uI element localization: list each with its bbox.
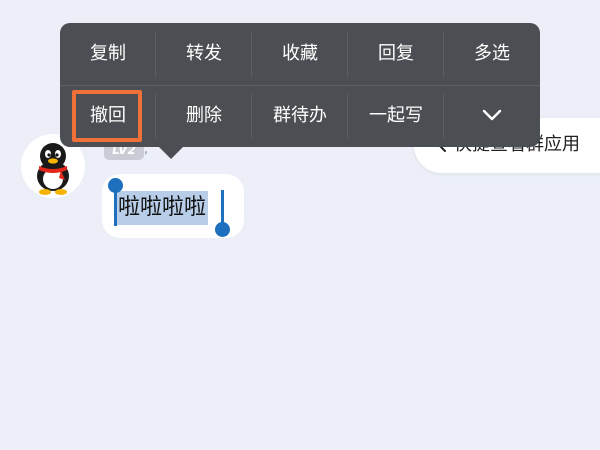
menu-divider bbox=[155, 93, 156, 139]
selection-start-line bbox=[114, 190, 117, 226]
menu-group-todo[interactable]: 群待办 bbox=[252, 85, 348, 147]
menu-reply[interactable]: 回复 bbox=[348, 23, 444, 85]
menu-delete[interactable]: 删除 bbox=[156, 85, 252, 147]
menu-divider bbox=[443, 31, 444, 77]
menu-divider bbox=[347, 31, 348, 77]
menu-forward[interactable]: 转发 bbox=[156, 23, 252, 85]
chevron-down-icon bbox=[482, 109, 502, 121]
menu-co-write[interactable]: 一起写 bbox=[348, 85, 444, 147]
context-menu-pointer bbox=[158, 146, 184, 159]
selection-start-handle[interactable] bbox=[108, 178, 123, 193]
selection-end-handle[interactable] bbox=[215, 222, 230, 237]
recall-highlight-box bbox=[72, 90, 142, 142]
menu-multi-select[interactable]: 多选 bbox=[444, 23, 540, 85]
menu-favorite[interactable]: 收藏 bbox=[252, 23, 348, 85]
menu-divider bbox=[251, 31, 252, 77]
menu-expand-button[interactable] bbox=[444, 85, 540, 147]
selection-end-line bbox=[221, 190, 224, 226]
menu-divider bbox=[443, 93, 444, 139]
menu-divider bbox=[347, 93, 348, 139]
message-text[interactable]: 啦啦啦啦 bbox=[116, 191, 209, 225]
menu-divider bbox=[251, 93, 252, 139]
menu-copy[interactable]: 复制 bbox=[60, 23, 156, 85]
menu-divider bbox=[155, 31, 156, 77]
